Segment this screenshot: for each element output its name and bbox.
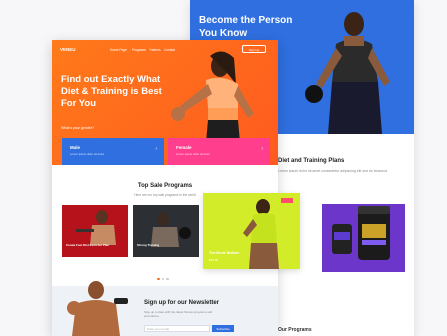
newsletter-subtitle: Stay up to date with the latest fitness … (144, 310, 213, 318)
gender-card-male[interactable]: Male Lorem ipsum dolor sit amet › (62, 138, 164, 165)
featured-program-card[interactable]: The Brute Builder $45.00 (203, 193, 300, 269)
nav-link-home[interactable]: Home Page (110, 48, 127, 52)
programs-title: Top Sale Programs (137, 183, 193, 189)
athlete-image (305, 12, 390, 134)
carousel-dot[interactable] (166, 277, 169, 280)
newsletter-title: Sign up for our Newsletter (144, 300, 220, 306)
gender-sublabel: Lorem ipsum dolor sit amet (70, 152, 104, 156)
chevron-right-icon: › (261, 146, 263, 152)
program-price: $45.00 (209, 258, 219, 262)
program-image (151, 212, 191, 247)
newsletter-section: Sign up for our Newsletter Stay up to da… (52, 281, 278, 336)
plans-subtext: Lorem ipsum dolor sit amet consectetur a… (278, 169, 387, 173)
carousel-dot[interactable] (157, 277, 160, 280)
program-caption: Strong Training (137, 243, 160, 247)
gender-card-female[interactable]: Female Lorem ipsum dolor sit amet › (168, 138, 270, 165)
gender-sublabel: Lorem ipsum dolor sit amet (176, 152, 210, 156)
carousel-dots[interactable] (157, 267, 171, 285)
our-programs-heading: Our Programs (278, 327, 312, 333)
gender-question: What's your gender? (61, 126, 95, 130)
carousel-dot[interactable] (161, 277, 164, 280)
gender-label: Male (70, 145, 81, 150)
bodybuilder-image (67, 281, 128, 336)
subscribe-button[interactable]: Subscribe (212, 325, 234, 332)
program-caption: Create Fast Diet Exercise Plan (66, 243, 110, 247)
front-landing-page: VENEU Home Page Programs Trainers Contac… (52, 40, 278, 336)
program-caption: The Brute Builder (209, 251, 240, 255)
nav-link-programs[interactable]: Programs (132, 48, 146, 52)
supplement-banner[interactable] (322, 204, 405, 272)
supplement-jar-icon (332, 206, 390, 260)
sale-badge (281, 198, 293, 203)
program-card[interactable]: Strong Training (133, 205, 199, 257)
email-input[interactable]: Enter your email (144, 325, 210, 332)
program-card[interactable]: Create Fast Diet Exercise Plan (62, 205, 128, 257)
plans-heading: Diet and Training Plans (278, 158, 345, 164)
chevron-right-icon: › (155, 146, 157, 152)
brand-logo[interactable]: VENEU (60, 47, 76, 52)
program-image (76, 210, 116, 245)
gender-label: Female (176, 145, 192, 150)
back-hero-title: Become the Person You Know (199, 15, 293, 39)
